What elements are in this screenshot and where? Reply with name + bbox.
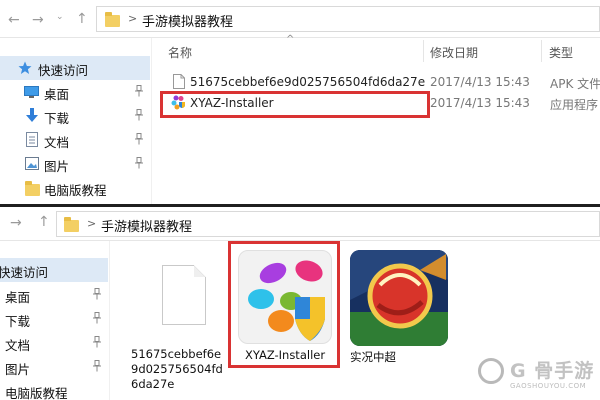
breadcrumb-separator: > xyxy=(128,12,138,25)
pin-icon[interactable] xyxy=(92,336,102,348)
sidebar-item-quick-access[interactable]: 快速访问 xyxy=(0,56,150,80)
top-address-box[interactable]: > 手游模拟器教程 xyxy=(96,6,600,32)
tile-label-line: 9d025756504fd xyxy=(131,362,223,376)
sidebar-item-pc-tutorial[interactable]: 电脑版教程 xyxy=(0,176,150,200)
pin-icon[interactable] xyxy=(92,288,102,300)
pin-icon[interactable] xyxy=(134,85,144,97)
tile-label-apk[interactable]: 51675cebbef6e 9d025756504fd 6da27e xyxy=(131,347,231,392)
watermark-logo-icon xyxy=(478,358,504,384)
top-address-bar: ← → ⌄ ↑ > 手游模拟器教程 xyxy=(0,0,600,38)
soccer-game-tile[interactable] xyxy=(350,250,448,346)
sidebar-item-desktop[interactable]: 桌面 xyxy=(0,283,108,307)
generic-file-icon xyxy=(173,74,185,89)
forward-arrow-icon[interactable]: → xyxy=(32,12,44,28)
sidebar-item-label: 文档 xyxy=(44,135,70,150)
sidebar-item-label: 桌面 xyxy=(5,290,31,305)
soccer-game-icon xyxy=(350,250,448,346)
sidebar-item-label: 快速访问 xyxy=(38,63,89,78)
xyaz-app-icon xyxy=(248,260,325,341)
sidebar-item-pictures[interactable]: 图片 xyxy=(0,355,108,379)
sidebar-item-label: 文档 xyxy=(5,338,31,353)
top-navigation-pane: 快速访问 桌面 下载 文档 图片 电脑版教程 xyxy=(0,38,152,204)
pin-icon[interactable] xyxy=(134,109,144,121)
sort-ascending-icon: ^ xyxy=(286,34,295,45)
file-modified: 2017/4/13 15:43 xyxy=(430,75,530,89)
xyaz-app-icon xyxy=(171,95,185,110)
file-modified: 2017/4/13 15:43 xyxy=(430,96,530,110)
tile-label-line: 51675cebbef6e xyxy=(131,347,222,361)
sidebar-item-label: 桌面 xyxy=(44,87,70,102)
forward-arrow-icon[interactable]: → xyxy=(10,215,22,231)
file-type: 应用程序 xyxy=(550,98,599,112)
site-watermark: G 骨手游 GAOSHOUYOU.COM xyxy=(478,356,596,396)
sidebar-item-downloads[interactable]: 下载 xyxy=(0,307,108,331)
column-header-modified[interactable]: 修改日期 xyxy=(430,44,478,61)
breadcrumb-folder[interactable]: 手游模拟器教程 xyxy=(101,216,192,235)
sidebar-item-downloads[interactable]: 下载 xyxy=(0,104,150,128)
pin-icon[interactable] xyxy=(134,157,144,169)
document-icon xyxy=(26,132,38,147)
sidebar-item-label: 下载 xyxy=(5,314,31,329)
sidebar-item-quick-access[interactable]: 快速访问 xyxy=(0,258,108,282)
sidebar-item-pc-tutorial[interactable]: 电脑版教程 xyxy=(0,379,108,400)
generic-file-icon[interactable] xyxy=(162,265,206,325)
bottom-address-bar: → ↑ > 手游模拟器教程 xyxy=(0,207,600,241)
top-explorer-window: ← → ⌄ ↑ > 手游模拟器教程 快速访问 桌面 下载 文档 图片 电脑版教程… xyxy=(0,0,600,204)
column-header-name[interactable]: 名称 xyxy=(168,44,192,61)
back-arrow-icon[interactable]: ← xyxy=(8,12,20,28)
column-divider[interactable] xyxy=(423,40,424,62)
star-icon xyxy=(18,61,32,74)
file-row-xyaz-installer[interactable]: XYAZ-Installer 2017/4/13 15:43 应用程序 xyxy=(160,93,600,114)
desktop-icon xyxy=(24,86,39,98)
breadcrumb-folder[interactable]: 手游模拟器教程 xyxy=(142,11,233,30)
sidebar-item-label: 图片 xyxy=(44,159,70,174)
folder-icon xyxy=(105,12,120,27)
column-divider[interactable] xyxy=(541,40,542,62)
file-name: XYAZ-Installer xyxy=(190,96,274,110)
folder-icon xyxy=(25,181,40,196)
watermark-url: GAOSHOUYOU.COM xyxy=(510,382,587,390)
sidebar-item-documents[interactable]: 文档 xyxy=(0,128,150,152)
pin-icon[interactable] xyxy=(92,312,102,324)
recent-locations-chevron-icon[interactable]: ⌄ xyxy=(56,12,64,22)
bottom-address-box[interactable]: > 手游模拟器教程 xyxy=(56,211,600,237)
file-type: APK 文件 xyxy=(550,77,600,91)
sidebar-item-desktop[interactable]: 桌面 xyxy=(0,80,150,104)
up-arrow-icon[interactable]: ↑ xyxy=(38,214,50,230)
file-row[interactable]: 51675cebbef6e9d025756504fd6da27e 2017/4/… xyxy=(160,72,600,93)
sidebar-item-label: 下载 xyxy=(44,111,70,126)
file-name: 51675cebbef6e9d025756504fd6da27e xyxy=(190,75,426,89)
breadcrumb-separator: > xyxy=(87,217,97,230)
up-arrow-icon[interactable]: ↑ xyxy=(76,11,88,27)
sidebar-item-label: 快速访问 xyxy=(0,265,49,280)
sidebar-item-documents[interactable]: 文档 xyxy=(0,331,108,355)
pin-icon[interactable] xyxy=(92,360,102,372)
tile-label-xyaz[interactable]: XYAZ-Installer xyxy=(238,348,332,363)
download-arrow-icon xyxy=(26,108,38,122)
folder-icon xyxy=(64,217,79,232)
watermark-name: G 骨手游 xyxy=(510,360,595,382)
bottom-navigation-pane: 快速访问 桌面 下载 文档 图片 电脑版教程 xyxy=(0,241,110,400)
pin-icon[interactable] xyxy=(134,133,144,145)
tile-label-soccer[interactable]: 实况中超 xyxy=(350,350,396,365)
column-header-type[interactable]: 类型 xyxy=(549,44,573,61)
sidebar-item-label: 图片 xyxy=(5,362,31,377)
sidebar-item-label: 电脑版教程 xyxy=(5,386,68,400)
xyaz-installer-tile[interactable] xyxy=(238,250,332,344)
tile-label-line: 6da27e xyxy=(131,377,175,391)
sidebar-item-pictures[interactable]: 图片 xyxy=(0,152,150,176)
sidebar-item-label: 电脑版教程 xyxy=(44,183,107,198)
picture-icon xyxy=(25,157,39,170)
